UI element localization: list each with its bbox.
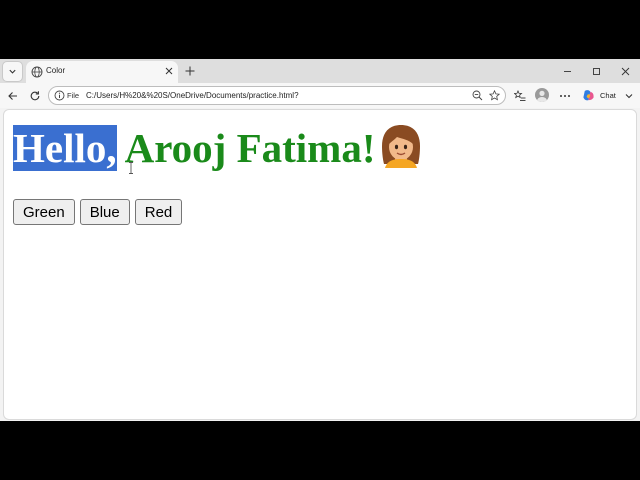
tab-title: Color xyxy=(46,66,66,75)
window-close-icon xyxy=(621,67,629,75)
back-button[interactable] xyxy=(6,89,19,102)
back-arrow-icon xyxy=(7,91,17,100)
new-tab-button[interactable] xyxy=(183,64,197,78)
color-button-row: Green Blue Red xyxy=(13,199,183,225)
window-close-button[interactable] xyxy=(619,65,631,77)
navigation-toolbar: File C:/Users/H%20&%20S/OneDrive/Documen… xyxy=(0,83,640,108)
tab-close-button[interactable] xyxy=(163,65,175,77)
close-icon xyxy=(165,67,173,75)
greeting-heading: Hello, Arooj Fatima! xyxy=(13,122,425,174)
profile-button[interactable] xyxy=(535,88,549,102)
tab-strip: Color xyxy=(0,59,640,83)
globe-icon xyxy=(31,66,43,78)
chevron-down-icon xyxy=(625,94,633,99)
address-bar[interactable]: File C:/Users/H%20&%20S/OneDrive/Documen… xyxy=(48,86,506,105)
text-cursor-icon xyxy=(129,162,133,174)
minimize-icon xyxy=(563,70,571,72)
maximize-icon xyxy=(592,67,600,75)
favorites-icon xyxy=(513,89,525,101)
refresh-icon xyxy=(30,90,39,100)
star-icon[interactable] xyxy=(489,90,500,101)
selected-text: Hello, xyxy=(13,125,117,171)
profile-icon xyxy=(537,90,547,102)
red-button[interactable]: Red xyxy=(134,199,183,225)
copilot-label: Chat xyxy=(600,91,616,100)
blue-button[interactable]: Blue xyxy=(79,199,130,225)
browser-window: Color File C:/Users/H%20&%20S/OneDrive/D… xyxy=(0,59,640,421)
page-viewport: Hello, Arooj Fatima! Green Blue Red xyxy=(3,109,637,420)
favorites-button[interactable] xyxy=(513,89,526,102)
address-url[interactable]: C:/Users/H%20&%20S/OneDrive/Documents/pr… xyxy=(86,91,299,100)
address-scheme: File xyxy=(67,91,80,100)
plus-icon xyxy=(185,66,195,76)
zoom-out-icon[interactable] xyxy=(472,90,483,101)
green-button[interactable]: Green xyxy=(13,199,75,225)
woman-emoji-icon xyxy=(382,125,421,168)
maximize-button[interactable] xyxy=(590,65,602,77)
more-icon xyxy=(559,94,570,97)
heading-name-text: Arooj Fatima! xyxy=(116,125,376,171)
more-button[interactable] xyxy=(558,89,571,102)
refresh-button[interactable] xyxy=(28,89,41,102)
tab-color[interactable]: Color xyxy=(26,61,178,83)
minimize-button[interactable] xyxy=(561,65,573,77)
copilot-chat-button[interactable]: Chat xyxy=(579,86,637,105)
tab-actions-chevron-icon xyxy=(9,69,16,74)
tab-actions-button[interactable] xyxy=(2,61,23,82)
info-icon xyxy=(54,90,65,101)
copilot-icon xyxy=(583,90,594,101)
